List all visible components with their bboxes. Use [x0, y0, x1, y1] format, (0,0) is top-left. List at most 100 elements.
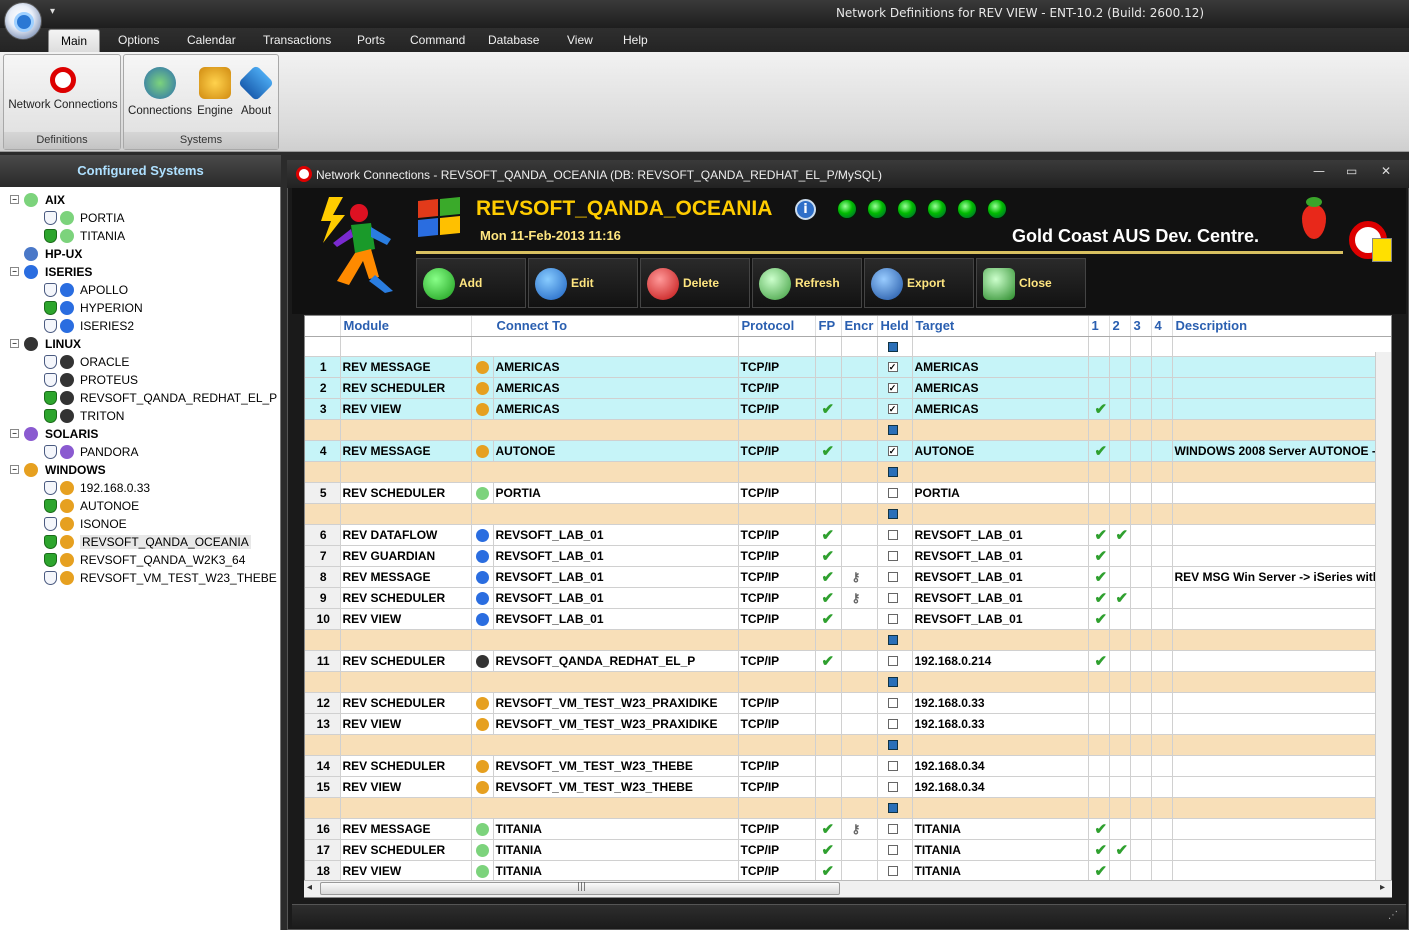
filter-encr[interactable] [841, 336, 878, 357]
delete-button[interactable]: Delete [640, 258, 750, 308]
resize-grip-icon[interactable]: ⋰ [1388, 910, 1404, 926]
col-encr[interactable]: Encr [841, 316, 878, 337]
group-held-checkbox[interactable] [887, 509, 898, 520]
held-checkbox[interactable] [887, 488, 898, 499]
quick-access-dropdown-icon[interactable]: ▾ [50, 6, 55, 17]
cell-held[interactable] [877, 608, 913, 630]
filter-row[interactable] [305, 336, 1391, 357]
col-held[interactable]: Held [877, 316, 913, 337]
filter-connect-to[interactable] [471, 336, 739, 357]
table-row[interactable]: 11 REV SCHEDULER REVSOFT_QANDA_REDHAT_EL_P… [305, 650, 1391, 672]
cell-held[interactable] [877, 482, 913, 504]
held-checkbox[interactable] [887, 845, 898, 856]
cell-held[interactable] [877, 839, 913, 861]
tree-expander-icon[interactable]: − [10, 267, 19, 276]
filter-protocol[interactable] [738, 336, 816, 357]
cell-held[interactable] [877, 818, 913, 840]
add-button[interactable]: Add [416, 258, 526, 308]
tab-database[interactable]: Database [488, 33, 539, 53]
filter-1[interactable] [1088, 336, 1110, 357]
table-row[interactable]: 13 REV VIEW REVSOFT_VM_TEST_W23_PRAXIDIKE T… [305, 713, 1391, 735]
tab-command[interactable]: Command [410, 33, 465, 53]
held-checkbox[interactable] [887, 719, 898, 730]
group-held-checkbox[interactable] [887, 677, 898, 688]
tab-calendar[interactable]: Calendar [187, 33, 236, 53]
table-row[interactable]: 3 REV VIEW AMERICAS TCP/IP ✔ ✓ AMERICAS ✔ [305, 398, 1391, 420]
table-row[interactable]: 2 REV SCHEDULER AMERICAS TCP/IP ✓ AMERICAS [305, 377, 1391, 399]
col-4[interactable]: 4 [1151, 316, 1173, 337]
cell-held[interactable] [877, 587, 913, 609]
group-held-checkbox[interactable] [887, 740, 898, 751]
tree-expander-icon[interactable]: − [10, 465, 19, 474]
scroll-right-arrow-icon[interactable]: ▸ [1380, 882, 1385, 893]
cell-held[interactable] [877, 692, 913, 714]
table-row[interactable]: 18 REV VIEW TITANIA TCP/IP ✔ TITANIA ✔ [305, 860, 1391, 882]
tab-help[interactable]: Help [623, 33, 648, 53]
filter-fp[interactable] [815, 336, 842, 357]
cell-held[interactable]: ✓ [877, 356, 913, 378]
info-icon[interactable]: i [795, 199, 816, 220]
engine-button[interactable]: Engine [194, 67, 236, 117]
held-checkbox[interactable]: ✓ [887, 383, 898, 394]
col-1[interactable]: 1 [1088, 316, 1110, 337]
held-checkbox[interactable]: ✓ [887, 404, 898, 415]
table-row[interactable]: 15 REV VIEW REVSOFT_VM_TEST_W23_THEBE TCP/I… [305, 776, 1391, 798]
connections-button[interactable]: Connections [128, 67, 192, 117]
cell-held[interactable] [877, 713, 913, 735]
col-fp[interactable]: FP [815, 316, 842, 337]
filter-description[interactable] [1172, 336, 1391, 357]
held-checkbox[interactable]: ✓ [887, 446, 898, 457]
held-checkbox[interactable] [887, 824, 898, 835]
filter-3[interactable] [1130, 336, 1152, 357]
close-button[interactable]: Close [976, 258, 1086, 308]
held-checkbox[interactable] [887, 761, 898, 772]
held-checkbox[interactable] [887, 551, 898, 562]
maximize-button[interactable]: ▭ [1346, 164, 1357, 178]
tab-main[interactable]: Main [48, 29, 100, 53]
tab-options[interactable]: Options [118, 33, 159, 53]
filter-module[interactable] [340, 336, 472, 357]
group-held-checkbox[interactable] [887, 425, 898, 436]
horizontal-scroll-thumb[interactable]: ||| [320, 882, 840, 895]
filter-target[interactable] [912, 336, 1089, 357]
cell-held[interactable] [877, 566, 913, 588]
col-module[interactable]: Module [340, 316, 472, 337]
tree-expander-icon[interactable]: − [10, 429, 19, 438]
tab-view[interactable]: View [567, 33, 593, 53]
network-connections-button[interactable]: Network Connections [8, 67, 118, 111]
held-checkbox[interactable] [887, 782, 898, 793]
cell-held[interactable] [877, 860, 913, 882]
held-checkbox[interactable] [887, 572, 898, 583]
tree-expander-icon[interactable]: − [10, 195, 19, 204]
table-row[interactable]: 8 REV MESSAGE REVSOFT_LAB_01 TCP/IP ✔ ⚷ REVSOF… [305, 566, 1391, 588]
tab-transactions[interactable]: Transactions [263, 33, 331, 53]
table-row[interactable]: 1 REV MESSAGE AMERICAS TCP/IP ✓ AMERICAS [305, 356, 1391, 378]
tab-ports[interactable]: Ports [357, 33, 385, 53]
col-3[interactable]: 3 [1130, 316, 1152, 337]
held-checkbox[interactable]: ✓ [887, 362, 898, 373]
cell-held[interactable] [877, 776, 913, 798]
held-filter-checkbox[interactable] [887, 341, 898, 352]
col-target[interactable]: Target [912, 316, 1089, 337]
close-window-button[interactable]: ✕ [1381, 164, 1391, 178]
filter-held[interactable] [877, 336, 913, 357]
col-description[interactable]: Description [1172, 316, 1391, 337]
about-button[interactable]: About [236, 64, 276, 117]
group-held-checkbox[interactable] [887, 803, 898, 814]
cell-held[interactable] [877, 524, 913, 546]
table-row[interactable]: 4 REV MESSAGE AUTONOE TCP/IP ✔ ✓ AUTONOE ✔ WINDO… [305, 440, 1391, 462]
held-checkbox[interactable] [887, 593, 898, 604]
group-held-checkbox[interactable] [887, 467, 898, 478]
cell-held[interactable]: ✓ [877, 440, 913, 462]
cell-held[interactable] [877, 545, 913, 567]
export-button[interactable]: Export [864, 258, 974, 308]
tree-expander-icon[interactable]: − [10, 339, 19, 348]
held-checkbox[interactable] [887, 530, 898, 541]
table-row[interactable]: 6 REV DATAFLOW REVSOFT_LAB_01 TCP/IP ✔ REVSOF… [305, 524, 1391, 546]
table-row[interactable]: 5 REV SCHEDULER PORTIA TCP/IP PORTIA [305, 482, 1391, 504]
vertical-scrollbar[interactable] [1375, 352, 1391, 880]
col-2[interactable]: 2 [1109, 316, 1131, 337]
table-row[interactable]: 14 REV SCHEDULER REVSOFT_VM_TEST_W23_THEBE… [305, 755, 1391, 777]
scroll-left-arrow-icon[interactable]: ◂ [307, 882, 312, 893]
minimize-button[interactable]: — [1313, 164, 1325, 178]
